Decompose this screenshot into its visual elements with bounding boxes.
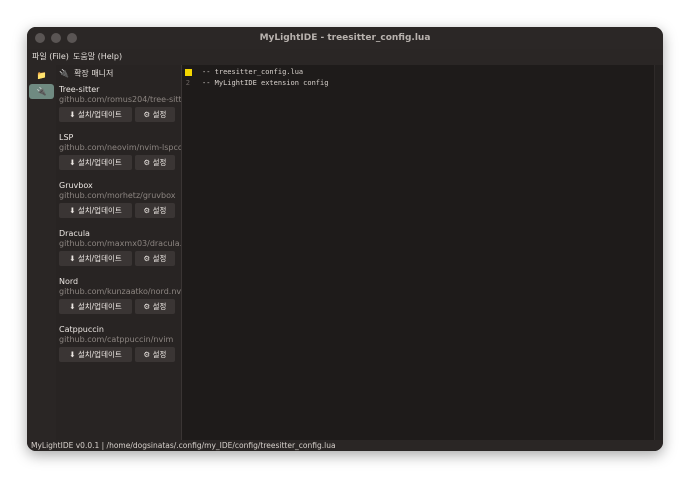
extension-item-tree-sitter: Tree-sitter github.com/romus204/tree-sit… xyxy=(59,84,181,130)
settings-button[interactable]: ⚙ 설정 xyxy=(135,155,175,170)
status-text: MyLightIDE v0.0.1 | /home/dogsinatas/.co… xyxy=(31,441,336,450)
status-bar: MyLightIDE v0.0.1 | /home/dogsinatas/.co… xyxy=(27,440,663,451)
extension-manager-panel: 🔌 확장 매니저 Tree-sitter github.com/romus204… xyxy=(56,65,182,440)
install-update-button[interactable]: ⬇ 설치/업데이트 xyxy=(59,299,132,314)
extension-repo: github.com/catppuccin/nvim xyxy=(59,335,174,344)
code-text[interactable]: -- MyLightIDE extension config xyxy=(202,78,328,89)
folder-icon[interactable]: 📁 xyxy=(29,68,54,83)
extension-item-dracula: Dracula github.com/maxmx03/dracula.nvim … xyxy=(59,228,181,274)
extension-repo: github.com/maxmx03/dracula.nvim xyxy=(59,239,182,248)
extension-item-nord: Nord github.com/kunzaatko/nord.nvim ⬇ 설치… xyxy=(59,276,181,322)
plug-icon[interactable]: 🔌 xyxy=(29,84,54,99)
extension-item-lsp: LSP github.com/neovim/nvim-lspconfig ⬇ 설… xyxy=(59,132,181,178)
extension-item-catppuccin: Catppuccin github.com/catppuccin/nvim ⬇ … xyxy=(59,324,181,370)
settings-button[interactable]: ⚙ 설정 xyxy=(135,347,175,362)
plug-icon: 🔌 xyxy=(59,69,69,78)
menu-bar: 파일 (File) 도움말 (Help) xyxy=(27,49,663,66)
settings-button[interactable]: ⚙ 설정 xyxy=(135,203,175,218)
activity-bar: 📁 🔌 xyxy=(27,65,56,440)
install-update-button[interactable]: ⬇ 설치/업데이트 xyxy=(59,203,132,218)
extension-repo: github.com/romus204/tree-sitter-manager.… xyxy=(59,95,182,104)
code-text[interactable]: -- treesitter_config.lua xyxy=(202,67,303,78)
install-update-button[interactable]: ⬇ 설치/업데이트 xyxy=(59,347,132,362)
install-update-button[interactable]: ⬇ 설치/업데이트 xyxy=(59,251,132,266)
extension-manager-title: 확장 매니저 xyxy=(74,69,114,78)
ide-window: MyLightIDE - treesitter_config.lua 파일 (F… xyxy=(27,27,663,451)
extension-manager-header: 🔌 확장 매니저 xyxy=(59,67,113,80)
settings-button[interactable]: ⚙ 설정 xyxy=(135,299,175,314)
text-cursor xyxy=(185,69,192,76)
line-number: 2 xyxy=(185,79,190,87)
menu-file[interactable]: 파일 (File) xyxy=(32,49,69,65)
editor-scrollbar[interactable] xyxy=(654,65,663,440)
extension-repo: github.com/morhetz/gruvbox xyxy=(59,191,176,200)
extension-item-gruvbox: Gruvbox github.com/morhetz/gruvbox ⬇ 설치/… xyxy=(59,180,181,226)
window-title: MyLightIDE - treesitter_config.lua xyxy=(259,33,431,43)
settings-button[interactable]: ⚙ 설정 xyxy=(135,251,175,266)
menu-help[interactable]: 도움말 (Help) xyxy=(73,49,122,65)
title-bar: MyLightIDE - treesitter_config.lua xyxy=(27,27,663,49)
settings-button[interactable]: ⚙ 설정 xyxy=(135,107,175,122)
install-update-button[interactable]: ⬇ 설치/업데이트 xyxy=(59,107,132,122)
extension-repo: github.com/neovim/nvim-lspconfig xyxy=(59,143,182,152)
install-update-button[interactable]: ⬇ 설치/업데이트 xyxy=(59,155,132,170)
code-editor[interactable]: -- treesitter_config.lua 2 -- MyLightIDE… xyxy=(182,65,663,440)
extension-repo: github.com/kunzaatko/nord.nvim xyxy=(59,287,182,296)
